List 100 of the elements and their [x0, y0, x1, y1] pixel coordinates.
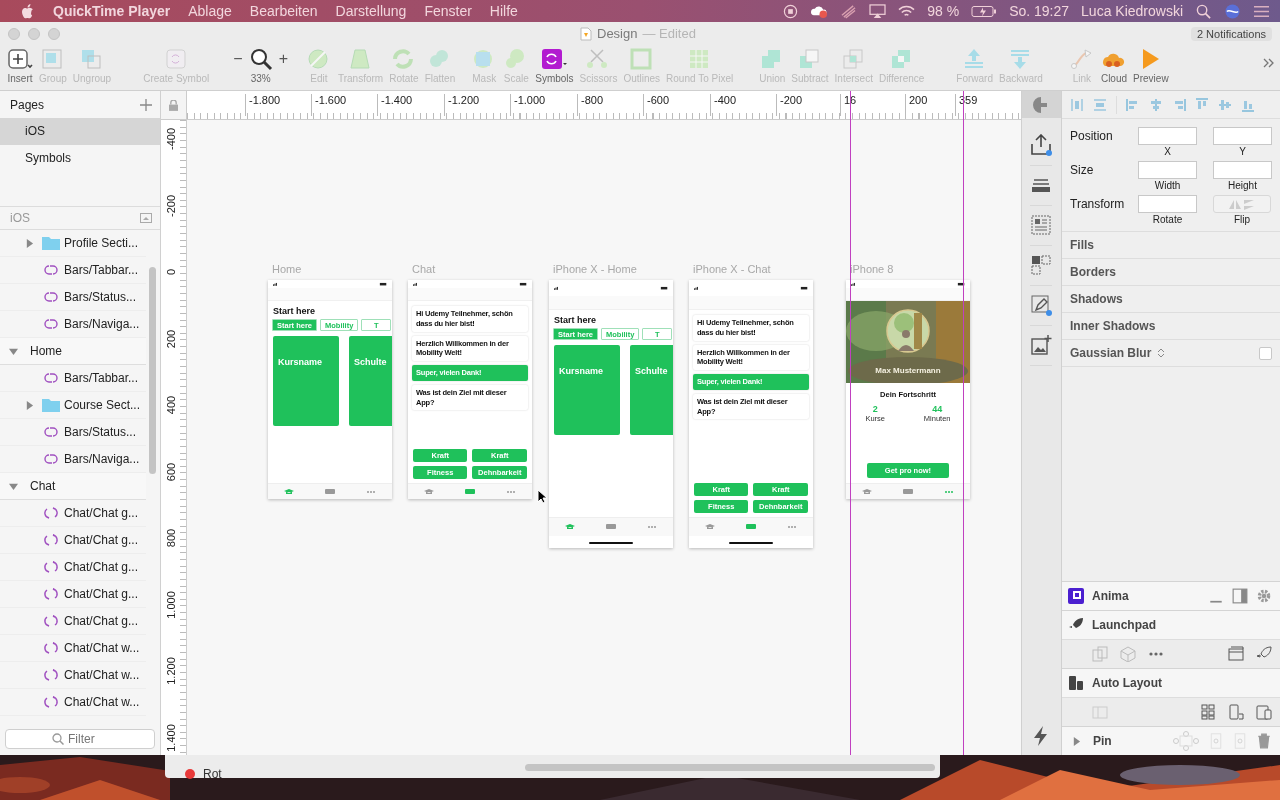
chat-tab-icon[interactable] [324, 488, 335, 495]
menu-item[interactable]: Hilfe [489, 3, 518, 19]
airplay-icon[interactable] [869, 3, 887, 19]
more-tab-icon[interactable] [787, 524, 798, 530]
filter-input[interactable]: Filter [68, 732, 108, 746]
layer-row[interactable]: Bars/Status... [0, 419, 146, 446]
plugin-header[interactable]: Auto Layout [1062, 668, 1280, 697]
layer-row[interactable]: Chat/Chat g... [0, 500, 146, 527]
layer-row[interactable]: Profile Secti... [0, 230, 146, 257]
course-card[interactable]: Kursname [273, 336, 339, 426]
artboard-title[interactable]: Home [272, 263, 302, 276]
battery-icon[interactable] [971, 3, 998, 19]
trash-icon[interactable] [1256, 733, 1272, 749]
menu-item[interactable]: Bearbeiten [249, 3, 318, 19]
course-card[interactable]: Schulte [349, 336, 392, 426]
artboard-title[interactable]: Chat [412, 263, 436, 276]
number-field[interactable] [1138, 161, 1197, 179]
user-name[interactable]: Luca Kiedrowski [1081, 3, 1183, 19]
checkbox[interactable] [1259, 346, 1272, 360]
stepper-icon[interactable] [1157, 347, 1166, 359]
chat-tab-icon[interactable] [464, 488, 475, 495]
collapsed-triangle-icon[interactable] [25, 238, 34, 248]
search-icon[interactable] [1195, 3, 1212, 19]
pin-circles-icon[interactable] [1172, 731, 1200, 751]
toolbar-button[interactable]: Insert [4, 45, 36, 84]
align-top-icon[interactable] [1195, 97, 1209, 112]
collapsed-triangle-icon[interactable] [25, 400, 34, 410]
more-tab-icon[interactable] [647, 524, 658, 530]
menu-item[interactable]: Darstellung [335, 3, 407, 19]
flip-icon[interactable] [1228, 198, 1256, 210]
artboard-title[interactable]: iPhone 8 [850, 263, 894, 276]
scrollbar[interactable] [149, 267, 156, 474]
chat-tab-icon[interactable] [605, 524, 616, 530]
settings-icon[interactable] [1256, 588, 1272, 604]
collapse-icon[interactable] [140, 213, 152, 223]
cap-tab-icon[interactable] [564, 524, 575, 530]
align-center-icon[interactable] [1149, 97, 1163, 112]
artboard-title[interactable]: iPhone X - Home [553, 263, 637, 276]
expanded-triangle-icon[interactable] [9, 346, 18, 356]
section-header[interactable]: Gaussian Blur [1062, 340, 1280, 367]
minimize-button[interactable] [28, 27, 40, 40]
cap-tab-icon[interactable] [283, 488, 294, 495]
tablet-icon[interactable] [1256, 704, 1272, 720]
cap-tab-icon[interactable] [423, 488, 434, 495]
layer-row[interactable]: Chat/Chat w... [0, 635, 146, 662]
align-middle-icon[interactable] [1218, 97, 1232, 112]
add-page-icon[interactable] [140, 98, 152, 111]
flip-control[interactable] [1213, 195, 1271, 213]
more-tab-icon[interactable] [366, 488, 377, 495]
cloud-icon[interactable] [811, 3, 829, 19]
more-tab-icon[interactable] [944, 488, 955, 495]
course-card[interactable]: Schulte [630, 345, 673, 435]
layer-row[interactable]: Course Sect... [0, 392, 146, 419]
layer-row[interactable]: Chat/Chat g... [0, 608, 146, 635]
layer-row[interactable]: Chat/Chat w... [0, 689, 146, 716]
duplicate-icon[interactable] [1092, 646, 1108, 662]
zoom-control[interactable]: − + 33% [230, 45, 291, 84]
menu-item[interactable]: Ablage [188, 3, 232, 19]
toolbar-button[interactable]: Preview [1130, 45, 1172, 84]
layer-row[interactable]: Chat/Chat g... [0, 581, 146, 608]
expanded-triangle-icon[interactable] [9, 481, 18, 491]
layer-row[interactable]: Chat/Chat w... [0, 662, 146, 689]
distribute-horizontal-icon[interactable] [1070, 97, 1084, 112]
panel-icon[interactable] [1232, 588, 1248, 604]
chat-tab-icon[interactable] [902, 488, 913, 495]
stripes-icon[interactable] [840, 3, 858, 19]
number-field[interactable] [1213, 127, 1272, 145]
align-left-icon[interactable] [1126, 97, 1140, 112]
more-tab-icon[interactable] [506, 488, 517, 495]
section-header[interactable]: Inner Shadows [1062, 313, 1280, 340]
number-field[interactable] [1213, 161, 1272, 179]
course-card[interactable]: Kursname [554, 345, 620, 435]
lock-icon[interactable] [169, 99, 178, 111]
plugin-header[interactable]: Pin [1062, 726, 1280, 755]
record-icon[interactable] [782, 3, 800, 19]
cap-tab-icon[interactable] [704, 524, 715, 530]
notifications-badge[interactable]: 2 Notifications [1190, 26, 1272, 41]
page-item[interactable]: Symbols [0, 145, 160, 172]
collapsed-triangle-icon[interactable] [1072, 736, 1081, 746]
section-header[interactable]: Shadows [1062, 286, 1280, 313]
plugin-header[interactable]: Anima [1062, 581, 1280, 610]
window-label[interactable]: Rot [203, 766, 222, 781]
number-field[interactable] [1138, 127, 1197, 145]
layer-row[interactable]: Bars/Tabbar... [0, 257, 146, 284]
siri-icon[interactable] [1224, 3, 1241, 19]
toolbar-button[interactable]: Cloud [1097, 45, 1131, 84]
layer-row[interactable]: Chat/Chat g... [0, 554, 146, 581]
browser-window-icon[interactable] [1228, 646, 1244, 662]
clock[interactable]: So. 19:27 [1009, 3, 1070, 19]
overflow-chevron-icon[interactable] [1262, 57, 1276, 69]
layer-row[interactable]: Bars/Tabbar... [0, 365, 146, 392]
zoom-button[interactable] [48, 27, 60, 40]
plugin-header[interactable]: Launchpad [1062, 610, 1280, 639]
artboard-title[interactable]: iPhone X - Chat [693, 263, 771, 276]
menu-item[interactable]: Fenster [424, 3, 472, 19]
chat-tab-icon[interactable] [745, 524, 756, 530]
align-right-icon[interactable] [1172, 97, 1186, 112]
section-header[interactable]: Borders [1062, 259, 1280, 286]
section-header[interactable]: Fills [1062, 232, 1280, 259]
page-item[interactable]: iOS [0, 118, 160, 145]
